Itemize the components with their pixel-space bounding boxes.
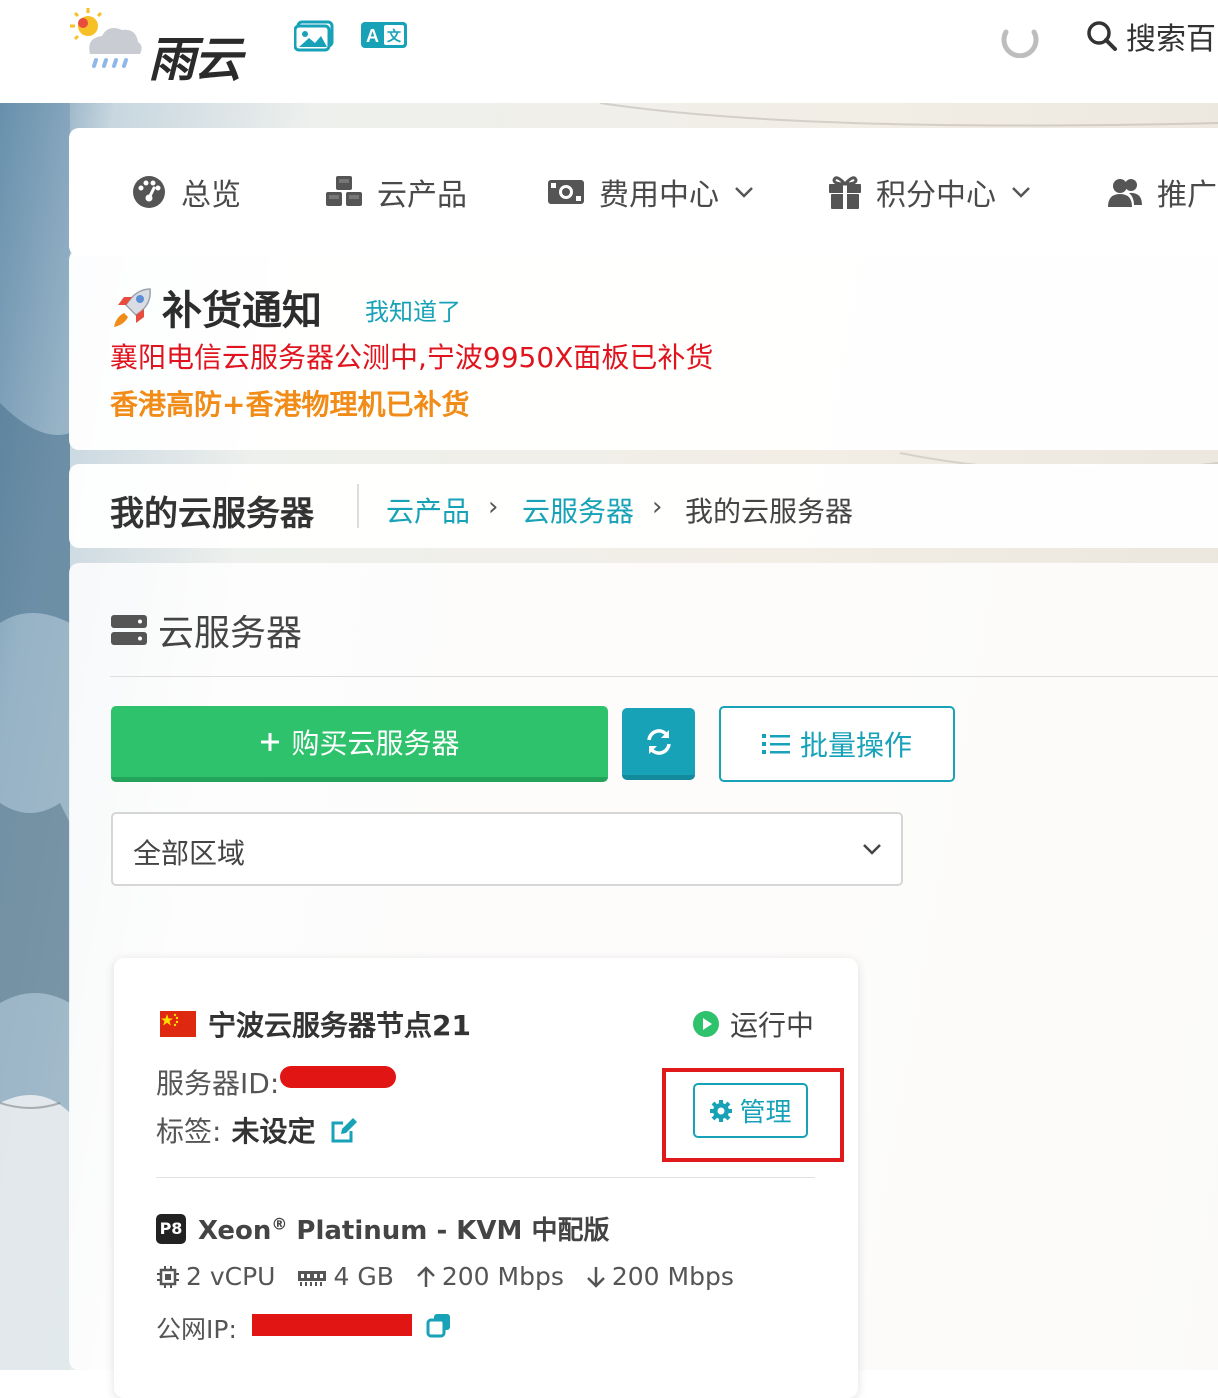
rocket-icon xyxy=(114,288,151,327)
notice-line-2: 香港高防+香港物理机已补货 xyxy=(110,388,470,421)
chevron-down-icon xyxy=(1012,187,1030,198)
top-bar: 雨云 A 文 搜索百 xyxy=(0,0,1218,103)
refresh-button[interactable] xyxy=(622,708,695,780)
svg-text:文: 文 xyxy=(387,28,402,44)
breadcrumb-link-cloud-products[interactable]: 云产品 xyxy=(386,490,470,530)
gift-icon xyxy=(829,176,861,209)
breadcrumb-divider xyxy=(357,484,359,528)
chevron-right-icon: › xyxy=(488,492,499,522)
loading-spinner-icon xyxy=(1000,18,1040,59)
search-label: 搜索百 xyxy=(1126,22,1216,57)
server-name-text: 宁波云服务器节点21 xyxy=(208,1009,471,1042)
logo-text: 雨云 xyxy=(148,32,242,88)
cpu-icon xyxy=(157,1265,179,1288)
manage-label: 管理 xyxy=(739,1098,792,1128)
svg-text:A: A xyxy=(366,26,379,46)
nav-item-billing[interactable]: 费用中心 xyxy=(547,128,755,256)
batch-operation-label: 批量操作 xyxy=(799,729,912,762)
main-nav: 总览 云产品 费用中心 积分中心 推广 xyxy=(69,128,1218,256)
batch-operation-button[interactable]: 批量操作 xyxy=(719,706,955,782)
tag-value: 未设定 xyxy=(231,1115,316,1148)
cubes-icon xyxy=(326,176,362,206)
nav-label-billing: 费用中心 xyxy=(599,178,719,213)
plus-icon xyxy=(261,732,280,751)
image-icon[interactable] xyxy=(293,20,334,52)
arrow-down-icon xyxy=(586,1266,605,1288)
chevron-right-icon: › xyxy=(652,492,663,522)
nav-item-points[interactable]: 积分中心 xyxy=(828,128,1032,256)
nav-label-overview: 总览 xyxy=(181,178,241,213)
cpu-value: 2 vCPU xyxy=(186,1262,276,1291)
breadcrumb-link-cloud-servers[interactable]: 云服务器 xyxy=(522,490,634,530)
chevron-down-icon xyxy=(863,844,881,855)
manage-button[interactable]: 管理 xyxy=(693,1083,808,1138)
play-circle-icon xyxy=(693,1011,719,1037)
section-divider xyxy=(110,676,1218,677)
buy-server-button[interactable]: 购买云服务器 xyxy=(111,706,608,782)
server-card-divider xyxy=(156,1177,815,1178)
refresh-icon xyxy=(646,728,671,755)
download-bandwidth: 200 Mbps xyxy=(611,1262,734,1291)
nav-label-points: 积分中心 xyxy=(876,178,996,213)
arrow-up-icon xyxy=(416,1265,435,1287)
server-name: 宁波云服务器节点21 xyxy=(160,1004,471,1044)
nav-item-overview[interactable]: 总览 xyxy=(131,128,241,256)
search-icon xyxy=(1087,21,1117,51)
search-button[interactable]: 搜索百 xyxy=(1086,16,1216,57)
copy-icon[interactable] xyxy=(426,1312,452,1338)
section-title: 云服务器 xyxy=(110,604,302,656)
server-id-label: 服务器ID: xyxy=(156,1067,280,1100)
buy-server-label: 购买云服务器 xyxy=(291,726,460,760)
server-tag: 标签: 未设定 xyxy=(156,1110,359,1150)
money-bill-icon xyxy=(548,180,584,204)
nav-item-cloud-products[interactable]: 云产品 xyxy=(325,128,467,256)
page-title: 我的云服务器 xyxy=(110,494,314,534)
gear-icon xyxy=(710,1099,733,1122)
tag-label: 标签: xyxy=(156,1115,222,1148)
notice-title: 补货通知 xyxy=(110,278,322,336)
weather-cloud-sun-rain-icon xyxy=(70,8,142,68)
translate-icon[interactable]: A 文 xyxy=(361,20,407,52)
chevron-down-icon xyxy=(735,187,753,198)
nav-label-promotion: 推广 xyxy=(1157,178,1217,213)
server-specs: 2 vCPU 4 GB 200 Mbps 200 Mbps xyxy=(156,1262,734,1291)
site-logo[interactable]: 雨云 xyxy=(68,6,258,88)
dashboard-icon xyxy=(133,176,165,208)
ram-value: 4 GB xyxy=(333,1262,394,1291)
breadcrumb-current: 我的云服务器 xyxy=(685,495,854,528)
server-plan: P8 Xeon® Platinum - KVM 中配版 xyxy=(156,1210,609,1247)
upload-bandwidth: 200 Mbps xyxy=(441,1262,564,1291)
region-select-value: 全部区域 xyxy=(133,837,246,870)
plan-badge: P8 xyxy=(156,1213,186,1244)
redaction-mark xyxy=(280,1066,396,1088)
public-ip-label: 公网IP: xyxy=(156,1315,237,1344)
status-badge: 运行中 xyxy=(692,1004,814,1044)
users-icon xyxy=(1108,179,1142,207)
list-icon xyxy=(761,734,790,754)
redaction-mark xyxy=(252,1314,412,1336)
nav-label-cloud-products: 云产品 xyxy=(377,178,467,213)
notice-title-text: 补货通知 xyxy=(162,288,322,334)
region-select[interactable]: 全部区域 xyxy=(111,812,903,886)
status-text: 运行中 xyxy=(730,1009,815,1042)
china-flag-icon xyxy=(160,1011,196,1037)
section-title-text: 云服务器 xyxy=(158,613,303,654)
notice-line-1: 襄阳电信云服务器公测中,宁波9950X面板已补货 xyxy=(110,341,714,374)
edit-icon[interactable] xyxy=(329,1115,359,1145)
server-icon xyxy=(111,615,147,645)
nav-item-promotion[interactable]: 推广 xyxy=(1107,128,1217,256)
acknowledge-link[interactable]: 我知道了 xyxy=(365,292,461,327)
plan-name: Xeon® Platinum - KVM 中配版 xyxy=(198,1214,610,1246)
memory-icon xyxy=(298,1270,327,1286)
